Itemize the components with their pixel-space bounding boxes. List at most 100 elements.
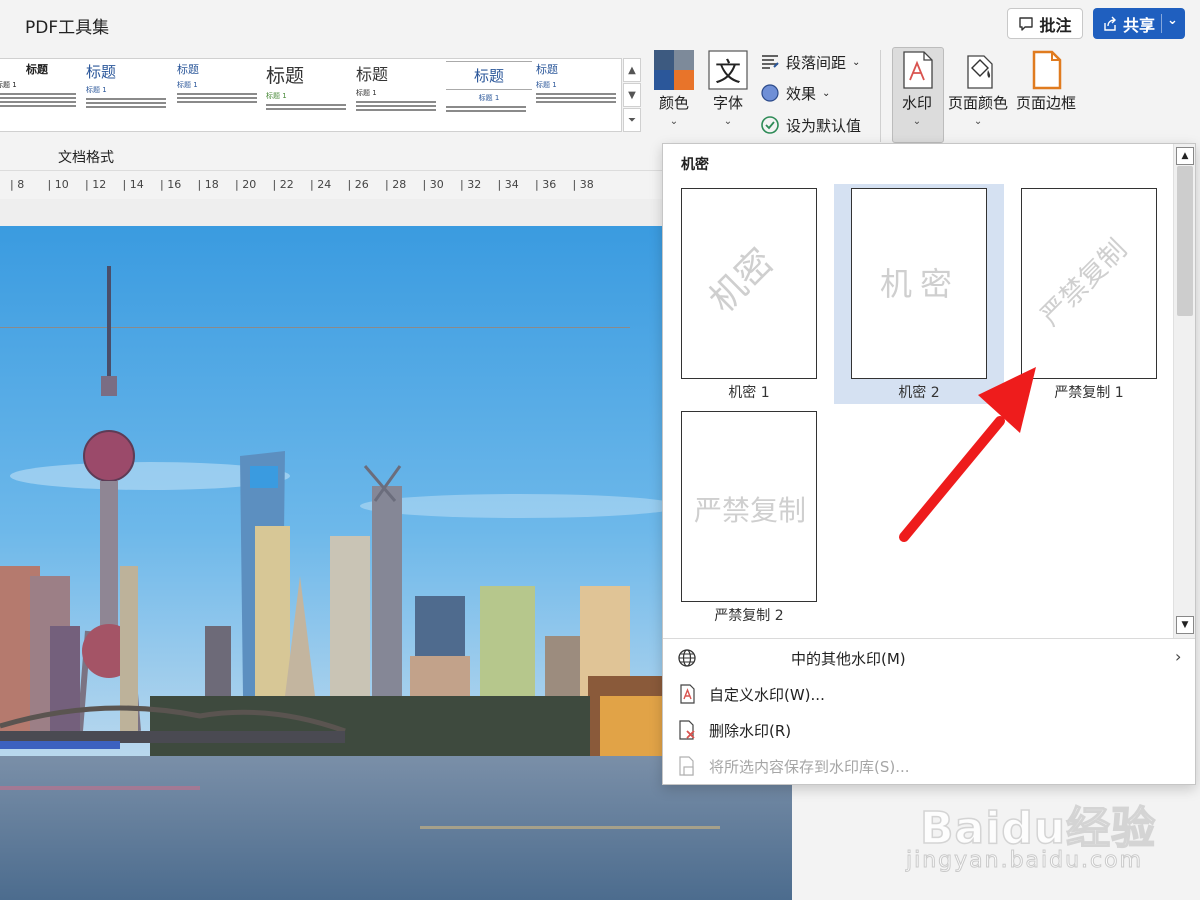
fonts-chevron-down-icon: ⌄ <box>723 116 733 127</box>
ruler-tick-label: | 38 <box>572 178 594 191</box>
save-selection-icon <box>679 756 694 776</box>
globe-icon <box>678 649 696 667</box>
watermark-button[interactable]: 水印 ⌄ <box>898 50 936 127</box>
watermark-icon <box>903 51 933 89</box>
ruler-tick-label: | 8 <box>10 178 25 191</box>
colors-button[interactable]: 颜色 ⌄ <box>654 50 694 127</box>
paint-bucket-icon <box>967 55 993 89</box>
page-border-icon <box>1032 50 1062 90</box>
ruler-tick-label: | 22 <box>272 178 294 191</box>
dropdown-scrollbar[interactable]: ▲ ▼ <box>1173 144 1195 638</box>
share-label: 共享 <box>1123 15 1156 35</box>
svg-text:文: 文 <box>715 58 741 88</box>
baidu-url: jingyan.baidu.com <box>905 848 1144 874</box>
ribbon-separator <box>880 50 881 142</box>
comment-label: 批注 <box>1039 15 1072 35</box>
font-icon: 文 <box>708 50 748 90</box>
style-thumb-5[interactable]: 标题 标题 1 <box>356 61 442 129</box>
page-border-label: 页面边框 <box>1016 94 1077 112</box>
watermark-label: 水印 <box>901 94 932 112</box>
ruler-tick-label: | 16 <box>160 178 182 191</box>
scroll-thumb[interactable] <box>1177 166 1193 316</box>
watermark-preview-text: 严禁复制 <box>1035 234 1133 332</box>
gallery-scroll-up-button[interactable]: ▲ <box>623 58 641 82</box>
remove-watermark-icon <box>679 720 695 740</box>
paragraph-spacing-button[interactable]: 段落间距 ⌄ <box>760 50 860 74</box>
remove-watermark-label: 删除水印(R) <box>709 722 792 740</box>
watermark-preview-page: 严禁复制 <box>681 411 817 602</box>
ruler-tick-label: | 24 <box>310 178 332 191</box>
effects-icon <box>761 84 779 102</box>
ruler-tick-label: | 18 <box>197 178 219 191</box>
page-color-button[interactable]: 页面颜色 ⌄ <box>948 50 1008 127</box>
set-as-default-button[interactable]: 设为默认值 <box>760 113 861 137</box>
more-watermarks-menu-item[interactable]: 中的其他水印(M) › <box>663 641 1195 675</box>
style-set-gallery: 标题 标题 1 标题 标题 1 标题 标题 1 标题 标题 1 标题 标题 1 … <box>0 58 622 132</box>
watermark-chevron-down-icon: ⌄ <box>912 116 922 127</box>
dropdown-divider <box>663 638 1195 639</box>
style-thumb-6[interactable]: 标题 标题 1 <box>446 61 532 129</box>
ruler-tick-label: | 36 <box>535 178 557 191</box>
effects-button[interactable]: 效果 ⌄ <box>760 81 830 105</box>
baidu-jingyan-watermark: Baidu经验 jingyan.baidu.com <box>900 770 1190 890</box>
save-to-gallery-label: 将所选内容保存到水印库(S)... <box>709 758 910 776</box>
gallery-scroll-down-button[interactable]: ▼ <box>623 83 641 107</box>
watermark-option-do-not-copy-2[interactable]: 严禁复制 严禁复制 2 <box>664 407 834 627</box>
paragraph-spacing-icon <box>762 55 779 69</box>
comment-button[interactable]: 批注 <box>1007 8 1083 39</box>
title-bar: PDF工具集 批注 共享 ⌄ <box>0 0 1200 46</box>
colors-chevron-down-icon: ⌄ <box>669 116 679 127</box>
style-thumb-2[interactable]: 标题 标题 1 <box>86 61 172 129</box>
style-thumb-7[interactable]: 标题 标题 1 <box>536 61 621 129</box>
document-format-group-label: 文档格式 <box>58 150 114 166</box>
scroll-down-arrow-icon[interactable]: ▼ <box>1176 616 1194 634</box>
menu-pdf-tools[interactable]: PDF工具集 <box>25 13 109 38</box>
fonts-label: 字体 <box>712 94 743 112</box>
gallery-more-button[interactable]: ⏷ <box>623 108 641 132</box>
ruler-tick-label: | 30 <box>422 178 444 191</box>
comment-icon <box>1019 16 1034 31</box>
watermark-preview-page: 严禁复制 <box>1021 188 1157 379</box>
share-button[interactable]: 共享 ⌄ <box>1093 8 1185 39</box>
watermark-preview-page: 机密 <box>681 188 817 379</box>
style-thumb-4[interactable]: 标题 标题 1 <box>266 61 352 129</box>
fonts-button[interactable]: 文 字体 ⌄ <box>708 50 748 127</box>
ruler-tick-label: | 28 <box>385 178 407 191</box>
effects-label: 效果 <box>786 84 817 103</box>
section-heading-confidential: 机密 <box>681 157 709 173</box>
set-as-default-label: 设为默认值 <box>786 116 862 135</box>
watermark-preview-text: 机密 <box>702 241 782 321</box>
ruler-tick-label: | 12 <box>85 178 107 191</box>
paragraph-spacing-chevron-icon: ⌄ <box>852 56 861 68</box>
remove-watermark-menu-item[interactable]: 删除水印(R) <box>663 713 1195 747</box>
ruler-tick-label: | 34 <box>497 178 519 191</box>
horizontal-ruler[interactable]: | 8 | 10 | 12 | 14 | 16 | 18 | 20 | 22 | 24 | 26 |… <box>0 170 662 198</box>
watermark-option-confidential-1[interactable]: 机密 机密 1 <box>664 184 834 404</box>
page-color-chevron-down-icon: ⌄ <box>973 116 983 127</box>
share-icon <box>1104 16 1116 31</box>
color-palette-icon <box>654 50 694 90</box>
ruler-tick-label: | 20 <box>235 178 257 191</box>
effects-chevron-icon: ⌄ <box>822 87 831 99</box>
red-arrow-annotation <box>899 367 1036 542</box>
checkmark-circle-icon <box>761 116 779 134</box>
custom-watermark-label: 自定义水印(W)... <box>709 686 825 704</box>
style-thumb-1[interactable]: 标题 标题 1 <box>0 61 82 129</box>
scroll-up-arrow-icon[interactable]: ▲ <box>1176 147 1194 165</box>
watermark-option-label: 严禁复制 2 <box>714 608 784 624</box>
baidu-logo: Baidu经验 <box>919 802 1157 855</box>
watermark-option-label: 机密 1 <box>728 385 770 401</box>
share-chevron-down-icon[interactable]: ⌄ <box>1167 13 1178 28</box>
paragraph-spacing-label: 段落间距 <box>786 53 847 72</box>
chevron-right-icon: › <box>1175 647 1182 666</box>
custom-watermark-icon <box>680 684 695 704</box>
ruler-tick-label: | 32 <box>460 178 482 191</box>
watermark-preview-text: 严禁复制 <box>694 494 806 527</box>
colors-label: 颜色 <box>658 94 689 112</box>
more-watermarks-label: 中的其他水印(M) <box>791 650 906 668</box>
page-border-button[interactable]: 页面边框 <box>1016 50 1076 113</box>
page-color-label: 页面颜色 <box>948 94 1009 112</box>
style-thumb-3[interactable]: 标题 标题 1 <box>177 61 263 129</box>
ruler-tick-label: | 10 <box>47 178 69 191</box>
custom-watermark-menu-item[interactable]: 自定义水印(W)... <box>663 677 1195 711</box>
